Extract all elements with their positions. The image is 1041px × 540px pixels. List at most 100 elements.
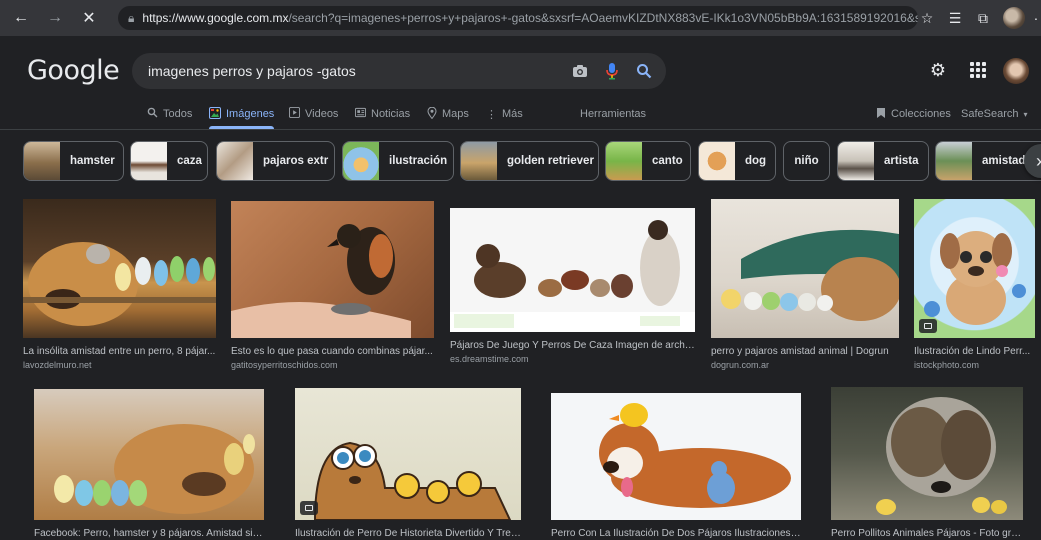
result-image[interactable] (831, 387, 1023, 520)
browser-toolbar: ← → ✕ 🔒︎ https://www.google.com.mx/searc… (0, 0, 1041, 36)
browser-profile-icon[interactable] (1003, 7, 1025, 29)
tab-videos[interactable]: Videos (289, 99, 338, 129)
result-image[interactable] (34, 389, 264, 520)
tab-label: Noticias (371, 108, 411, 120)
chip-label: canto (652, 155, 683, 167)
url-host: www.google.com.mx (178, 11, 289, 25)
bookmark-star-icon[interactable]: ☆ (913, 4, 941, 32)
tab-mas[interactable]: ⋮ Más (486, 99, 523, 129)
result-card[interactable]: Facebook: Perro, hamster y 8 pájaros. Am… (34, 389, 264, 540)
forward-arrow-icon[interactable]: → (42, 5, 68, 31)
result-title[interactable]: Facebook: Perro, hamster y 8 pájaros. Am… (34, 528, 264, 540)
result-card[interactable]: Esto es lo que pasa cuando combinas pája… (231, 201, 434, 370)
url-path: /search?q=imagenes+perros+y+pajaros+-gat… (288, 11, 918, 25)
chip-thumbnail (131, 142, 167, 180)
chip-label: hamster (70, 155, 115, 167)
result-title[interactable]: Ilustración de Lindo Perr... (914, 346, 1035, 358)
chevron-down-icon: ▾ (1023, 109, 1028, 119)
chip-thumbnail (838, 142, 874, 180)
safesearch-label: SafeSearch (961, 108, 1019, 120)
result-source[interactable]: gatitosyperritoschidos.com (231, 360, 434, 370)
result-source[interactable]: istockphoto.com (914, 360, 1035, 370)
chip-thumbnail (936, 142, 972, 180)
tab-imagenes[interactable]: Imágenes (209, 99, 275, 129)
chip-label: artista (884, 155, 919, 167)
search-icon (147, 107, 158, 121)
chip-label: niño (794, 155, 819, 167)
chip-canto[interactable]: canto (605, 141, 691, 181)
result-title[interactable]: Pájaros De Juego Y Perros De Caza Imagen… (450, 340, 695, 352)
tab-maps[interactable]: Maps (427, 99, 469, 129)
chip-label: caza (177, 155, 202, 167)
search-box[interactable]: imagenes perros y pajaros -gatos (132, 53, 666, 89)
result-title[interactable]: Perro Pollitos Animales Pájaros - Foto g… (831, 528, 1023, 540)
result-card[interactable]: Perro Pollitos Animales Pájaros - Foto g… (831, 387, 1023, 540)
google-logo[interactable]: Google (27, 55, 120, 86)
chip-golden-retriever[interactable]: golden retriever (460, 141, 599, 181)
tab-noticias[interactable]: Noticias (355, 99, 410, 129)
chip-label: pajaros extr (263, 155, 329, 167)
search-input[interactable]: imagenes perros y pajaros -gatos (148, 63, 356, 79)
chip-label: ilustración (389, 155, 448, 167)
stop-loading-icon[interactable]: ✕ (76, 5, 102, 31)
apps-grid-icon[interactable] (966, 58, 990, 82)
result-title[interactable]: Perro Con La Ilustración De Dos Pájaros … (551, 528, 801, 540)
chip-artista[interactable]: artista (837, 141, 929, 181)
chip-caza[interactable]: caza (130, 141, 208, 181)
result-card[interactable]: perro y pajaros amistad animal | Dogrun … (711, 199, 899, 370)
browser-menu-icon[interactable]: · (1031, 4, 1041, 32)
search-icon[interactable] (634, 61, 654, 81)
result-image[interactable] (551, 393, 801, 520)
result-card[interactable]: Perro Con La Ilustración De Dos Pájaros … (551, 393, 801, 540)
safesearch-button[interactable]: SafeSearch ▾ (961, 99, 1028, 129)
result-source[interactable]: lavozdelmuro.net (23, 360, 216, 370)
result-title[interactable]: Ilustración de Perro De Historieta Diver… (295, 528, 521, 540)
video-badge-icon (300, 501, 318, 515)
result-card[interactable]: Ilustración de Perro De Historieta Diver… (295, 388, 521, 540)
collections-button[interactable]: Colecciones (876, 99, 951, 129)
result-image[interactable] (295, 388, 521, 520)
lock-icon: 🔒︎ (128, 10, 135, 25)
chip-nino[interactable]: niño (783, 141, 830, 181)
result-card[interactable]: Pájaros De Juego Y Perros De Caza Imagen… (450, 208, 695, 364)
result-title[interactable]: perro y pajaros amistad animal | Dogrun (711, 346, 899, 358)
result-title[interactable]: La insólita amistad entre un perro, 8 pá… (23, 346, 216, 358)
tools-button[interactable]: Herramientas (580, 99, 646, 129)
result-source[interactable]: es.dreamstime.com (450, 354, 695, 364)
result-image[interactable] (711, 199, 899, 338)
reading-list-icon[interactable]: ☰ (941, 4, 969, 32)
collections-icon[interactable]: ⧉ (969, 4, 997, 32)
chip-ilustracion[interactable]: ilustración (342, 141, 454, 181)
result-source[interactable]: dogrun.com.ar (711, 360, 899, 370)
result-card[interactable]: La insólita amistad entre un perro, 8 pá… (23, 199, 216, 370)
result-image[interactable] (231, 201, 434, 338)
chip-thumbnail (606, 142, 642, 180)
bookmark-icon (876, 107, 886, 122)
chip-thumbnail (699, 142, 735, 180)
chip-label: golden retriever (507, 155, 594, 167)
result-image[interactable] (23, 199, 216, 338)
url-prefix: https:// (142, 11, 179, 25)
tab-todos[interactable]: Todos (147, 99, 192, 129)
result-card[interactable]: Ilustración de Lindo Perr... istockphoto… (914, 199, 1035, 370)
search-tabs: Todos Imágenes Videos Noticias Maps ⋮ Má… (0, 99, 1041, 129)
chip-thumbnail (24, 142, 60, 180)
result-title[interactable]: Esto es lo que pasa cuando combinas pája… (231, 346, 434, 358)
more-icon: ⋮ (486, 108, 497, 121)
address-bar[interactable]: 🔒︎ https://www.google.com.mx/search?q=im… (118, 6, 918, 30)
account-avatar[interactable] (1003, 58, 1029, 84)
chip-pajaros-extr[interactable]: pajaros extr (216, 141, 335, 181)
result-image[interactable] (914, 199, 1035, 338)
camera-icon[interactable] (570, 61, 590, 81)
microphone-icon[interactable] (602, 61, 622, 81)
tab-label: Videos (305, 108, 339, 120)
chip-thumbnail (343, 142, 379, 180)
news-icon (355, 107, 366, 121)
result-image[interactable] (450, 208, 695, 332)
tab-label: Más (502, 108, 523, 120)
back-arrow-icon[interactable]: ← (8, 5, 34, 31)
settings-gear-icon[interactable]: ⚙ (926, 58, 950, 82)
chip-dog[interactable]: dog (698, 141, 776, 181)
video-badge-icon (919, 319, 937, 333)
chip-hamster[interactable]: hamster (23, 141, 124, 181)
